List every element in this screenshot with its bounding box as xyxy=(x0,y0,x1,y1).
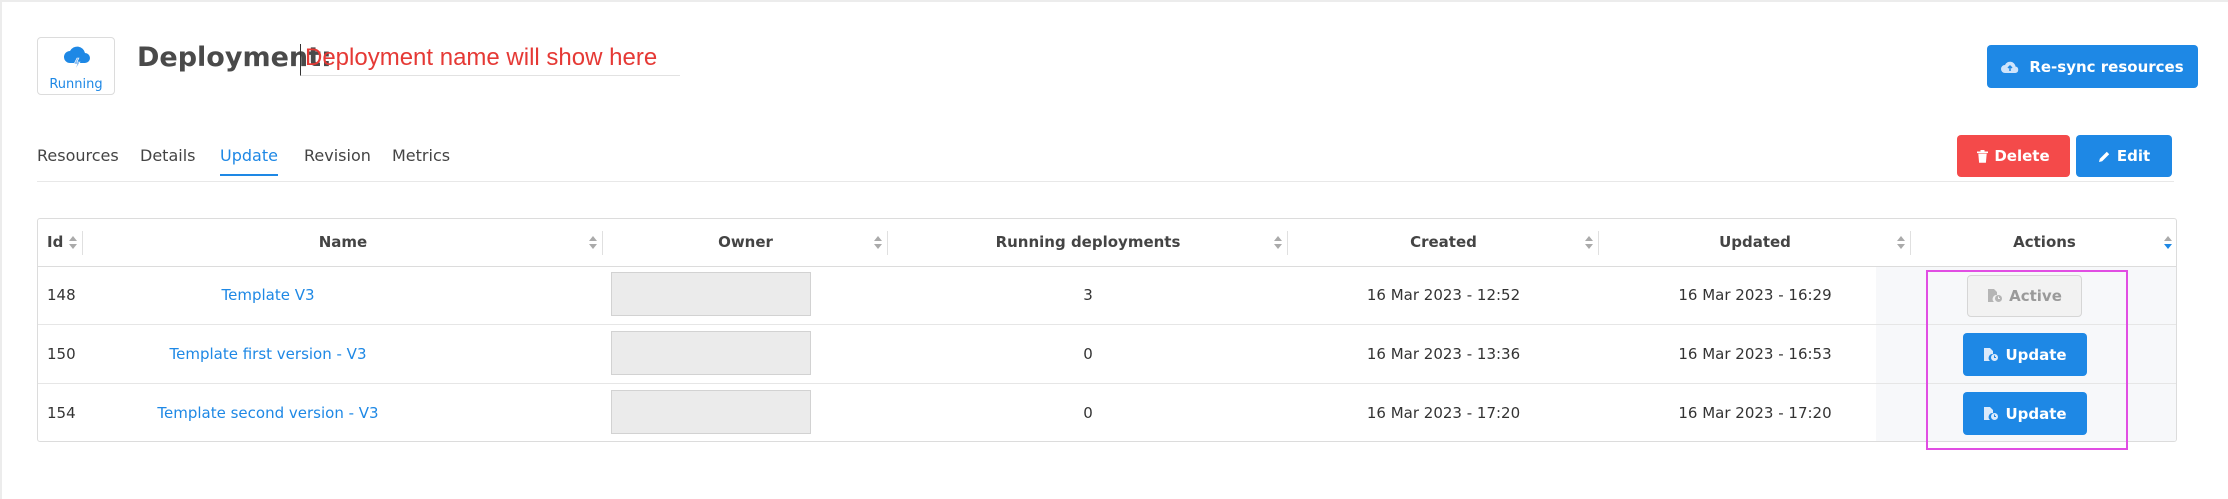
tab-resources[interactable]: Resources xyxy=(37,146,119,174)
updated-date: 16 Mar 2023 - 16:29 xyxy=(1678,286,1832,304)
sort-icon xyxy=(589,236,597,249)
updated-date: 16 Mar 2023 - 16:53 xyxy=(1678,345,1832,363)
tab-update[interactable]: Update xyxy=(220,146,278,176)
column-header-id[interactable]: Id xyxy=(38,219,83,266)
actions-highlight-box xyxy=(1926,270,2128,450)
tab-details[interactable]: Details xyxy=(140,146,195,174)
edit-label: Edit xyxy=(2116,147,2151,165)
sort-icon xyxy=(1585,236,1593,249)
column-header-created[interactable]: Created xyxy=(1288,219,1599,266)
updated-date: 16 Mar 2023 - 17:20 xyxy=(1678,404,1832,422)
running-deployments-count: 0 xyxy=(1083,404,1093,422)
created-date: 16 Mar 2023 - 13:36 xyxy=(1366,345,1521,363)
sort-icon xyxy=(69,236,77,249)
left-border xyxy=(0,0,2,499)
template-name-link[interactable]: Template second version - V3 xyxy=(83,384,453,441)
tab-divider xyxy=(37,181,2174,182)
delete-label: Delete xyxy=(1994,147,2050,165)
status-label: Running xyxy=(49,77,103,92)
row-id: 150 xyxy=(47,345,76,363)
table-row: 150 Template first version - V3 0 16 Mar… xyxy=(38,325,2176,384)
templates-table: Id Name Owner Running deployments Create… xyxy=(37,218,2177,442)
table-row: 148 Template V3 3 16 Mar 2023 - 12:52 16… xyxy=(38,266,2176,325)
top-border xyxy=(0,0,2228,2)
column-header-name[interactable]: Name xyxy=(83,219,603,266)
sort-icon xyxy=(2164,236,2172,249)
sort-icon xyxy=(1897,236,1905,249)
table-header: Id Name Owner Running deployments Create… xyxy=(38,219,2176,267)
edit-button[interactable]: Edit xyxy=(2076,135,2172,177)
created-date: 16 Mar 2023 - 17:20 xyxy=(1366,404,1521,422)
column-header-owner[interactable]: Owner xyxy=(603,219,888,266)
resync-label: Re-sync resources xyxy=(2029,57,2184,76)
tab-revision[interactable]: Revision xyxy=(304,146,371,174)
resync-resources-button[interactable]: Re-sync resources xyxy=(1987,45,2198,88)
column-header-running-deployments[interactable]: Running deployments xyxy=(888,219,1288,266)
delete-button[interactable]: Delete xyxy=(1957,135,2070,177)
owner-placeholder xyxy=(611,390,811,434)
pencil-icon xyxy=(2098,151,2110,162)
template-name-link[interactable]: Template first version - V3 xyxy=(83,325,453,384)
deployment-status-card: Running xyxy=(37,37,115,95)
created-date: 16 Mar 2023 - 12:52 xyxy=(1366,286,1521,304)
deployment-name-field[interactable]: Deployment name will show here xyxy=(300,44,680,76)
cloud-lightning-icon xyxy=(64,46,90,71)
template-name-link[interactable]: Template V3 xyxy=(83,266,453,325)
row-id: 148 xyxy=(47,286,76,304)
running-deployments-count: 0 xyxy=(1083,345,1093,363)
owner-placeholder xyxy=(611,331,811,375)
running-deployments-count: 3 xyxy=(1083,286,1093,304)
table-row: 154 Template second version - V3 0 16 Ma… xyxy=(38,384,2176,441)
trash-icon xyxy=(1977,149,1989,163)
sort-icon xyxy=(874,236,882,249)
tab-metrics[interactable]: Metrics xyxy=(392,146,450,174)
row-id: 154 xyxy=(47,404,76,422)
column-header-actions[interactable]: Actions xyxy=(1911,219,2176,266)
column-header-updated[interactable]: Updated xyxy=(1599,219,1911,266)
owner-placeholder xyxy=(611,272,811,316)
sort-icon xyxy=(1274,236,1282,249)
cloud-upload-icon xyxy=(2001,61,2019,73)
